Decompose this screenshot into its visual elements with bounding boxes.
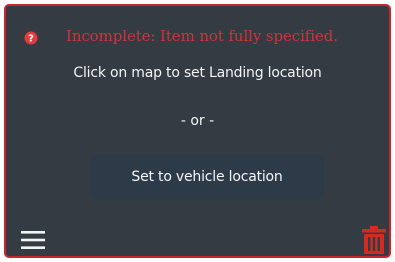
status-message: Incomplete: Item not fully specified.: [66, 27, 338, 45]
status-row: ? Incomplete: Item not fully specified.: [6, 26, 389, 50]
or-separator: - or -: [180, 113, 215, 129]
set-to-vehicle-location-button[interactable]: Set to vehicle location: [90, 154, 324, 200]
map-click-instruction: Click on map to set Landing location: [73, 65, 322, 81]
trash-icon[interactable]: [362, 226, 386, 254]
hamburger-menu-icon[interactable]: [21, 230, 45, 250]
mission-item-editor-panel: ? Incomplete: Item not fully specified. …: [4, 4, 391, 258]
error-question-icon: ?: [24, 31, 38, 45]
svg-text:?: ?: [28, 34, 34, 45]
